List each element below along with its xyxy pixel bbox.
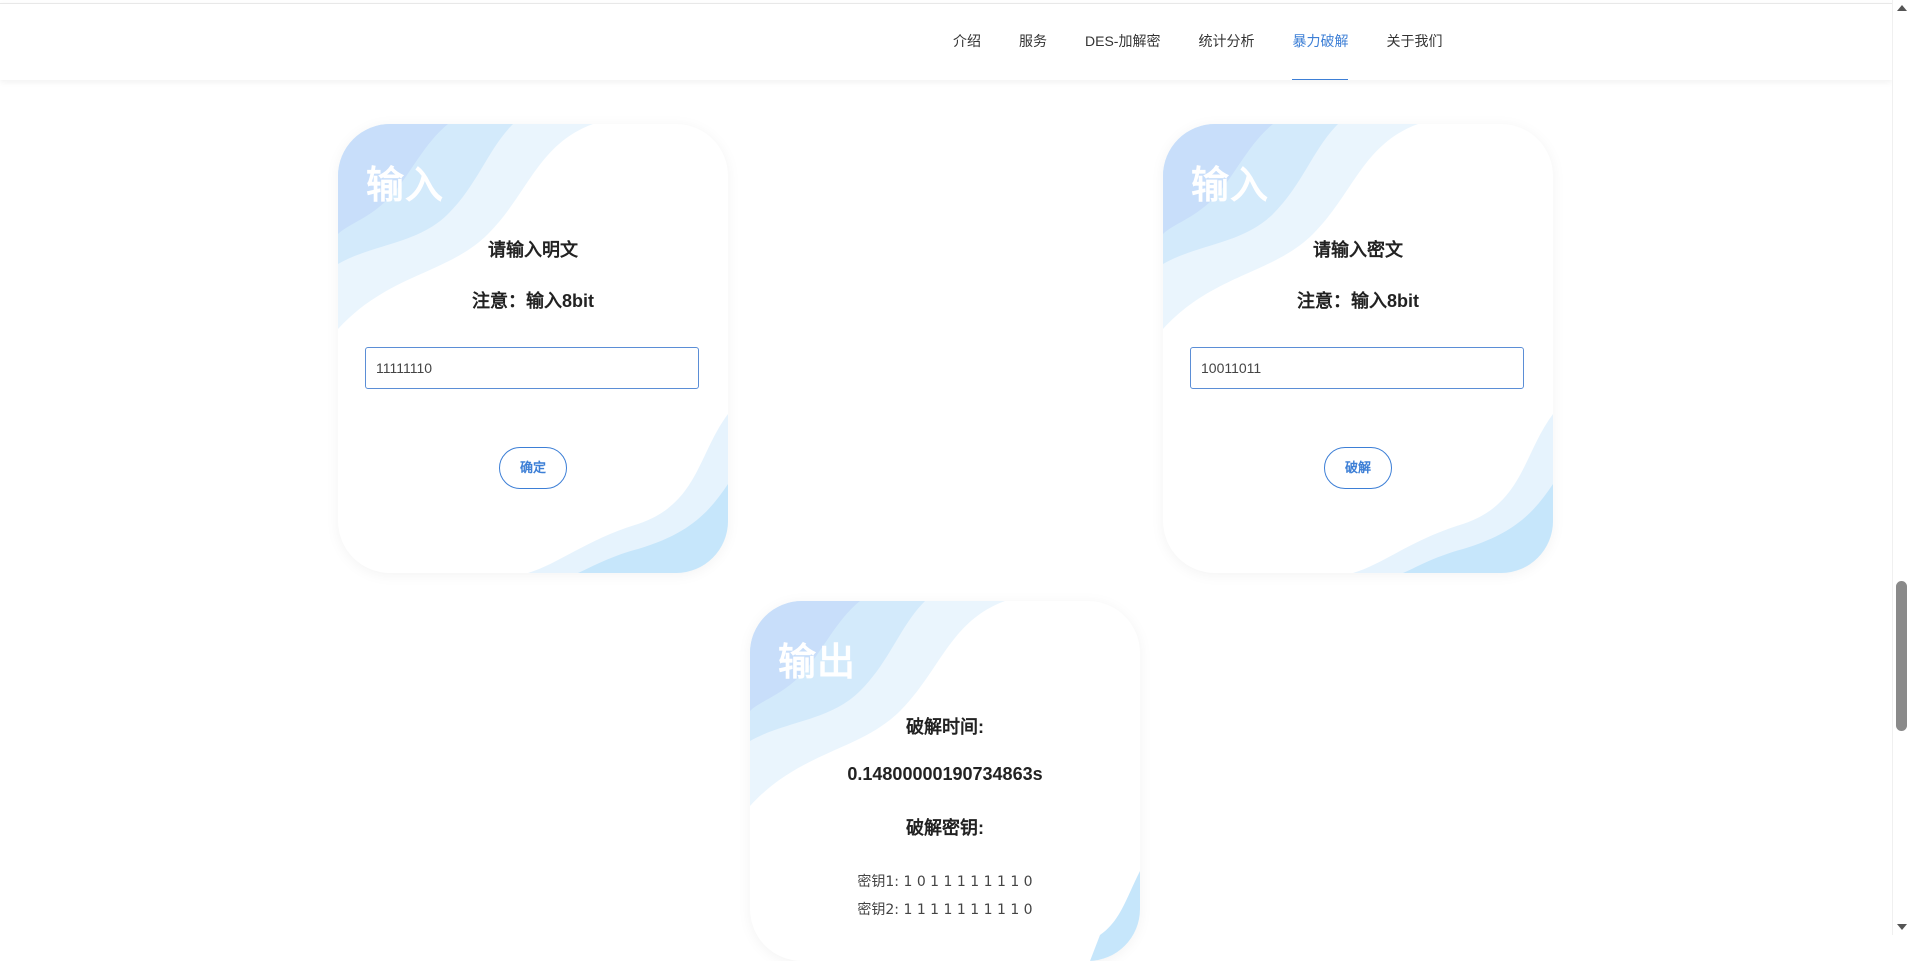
card-title: 输出 — [778, 640, 857, 684]
input-heading: 请输入明文 — [488, 240, 578, 260]
nav-item-statistics[interactable]: 统计分析 — [1198, 4, 1254, 80]
card-title: 输入 — [366, 163, 445, 207]
ciphertext-input[interactable] — [1190, 347, 1524, 389]
input-note: 注意：输入8bit — [471, 291, 594, 311]
crack-time-value: 0.14800000190734863s — [847, 764, 1043, 784]
input-note: 注意：输入8bit — [1296, 291, 1419, 311]
scroll-thumb[interactable] — [1896, 581, 1907, 731]
nav-item-about[interactable]: 关于我们 — [1386, 4, 1442, 80]
ciphertext-input-card: 输入 请输入密文 注意：输入8bit 破解 — [1163, 124, 1553, 573]
crack-time-label: 破解时间: — [906, 717, 984, 737]
scroll-up-arrow-icon[interactable] — [1897, 5, 1907, 11]
input-heading: 请输入密文 — [1313, 240, 1403, 260]
nav-item-intro[interactable]: 介绍 — [953, 4, 981, 80]
key-result-1: 密钥1: 1 0 1 1 1 1 1 1 1 0 — [857, 874, 1033, 890]
nav-menu: 介绍 服务 DES-加解密 统计分析 暴力破解 关于我们 — [953, 4, 1480, 80]
key-result-2: 密钥2: 1 1 1 1 1 1 1 1 1 0 — [857, 902, 1033, 918]
crack-button[interactable]: 破解 — [1324, 447, 1392, 489]
plaintext-input[interactable] — [365, 347, 699, 389]
top-navbar: 介绍 服务 DES-加解密 统计分析 暴力破解 关于我们 — [0, 3, 1892, 80]
card-title: 输入 — [1191, 163, 1270, 207]
nav-item-des[interactable]: DES-加解密 — [1085, 4, 1160, 80]
confirm-button[interactable]: 确定 — [499, 447, 567, 489]
nav-item-services[interactable]: 服务 — [1019, 4, 1047, 80]
output-card: 输出 破解时间: 0.14800000190734863s 破解密钥: 密钥1:… — [750, 601, 1140, 961]
scroll-down-arrow-icon[interactable] — [1897, 924, 1907, 930]
nav-item-brute-force[interactable]: 暴力破解 — [1292, 4, 1349, 80]
page-scrollbar[interactable] — [1892, 0, 1910, 935]
crack-key-label: 破解密钥: — [906, 818, 984, 838]
plaintext-input-card: 输入 请输入明文 注意：输入8bit 确定 — [338, 124, 728, 573]
